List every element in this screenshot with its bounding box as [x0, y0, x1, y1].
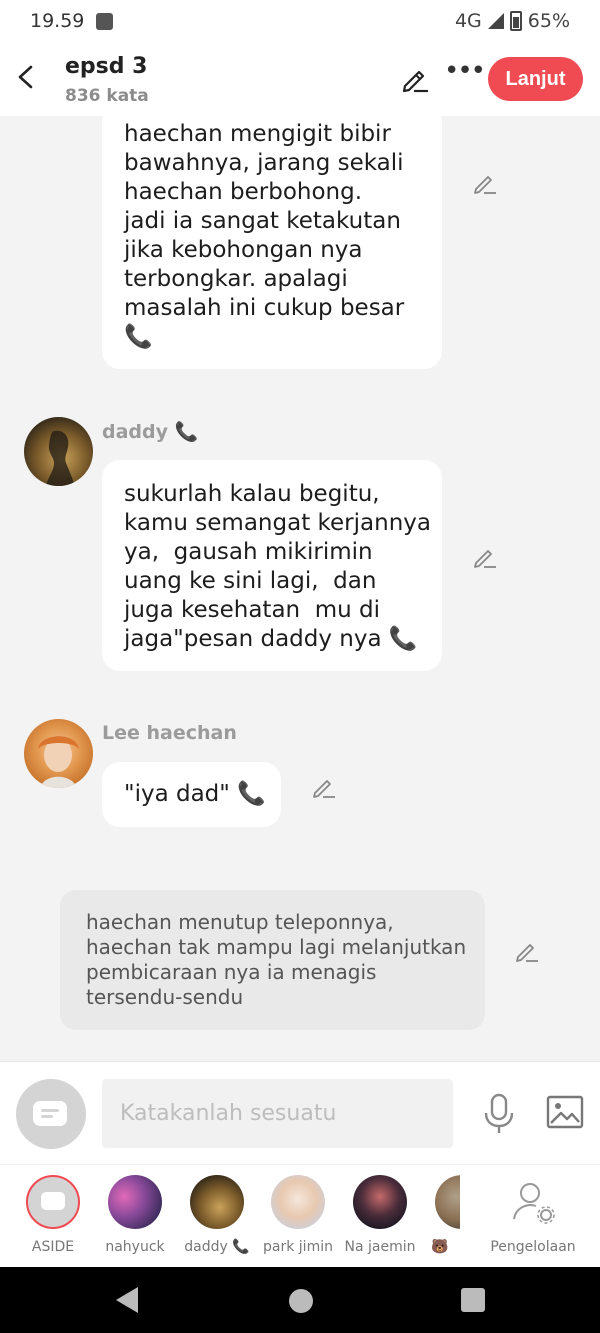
message-bubble[interactable]: sukurlah kalau begitu, kamu semangat ker… — [102, 460, 442, 671]
manage-avatar — [506, 1175, 560, 1229]
daddy-avatar — [190, 1175, 244, 1229]
message-line: kamu semangat kerjannya — [124, 510, 431, 536]
episode-title[interactable]: epsd 3 — [65, 54, 147, 79]
message-line: terbongkar. apalagi — [124, 266, 348, 292]
sender-name-text: daddy — [102, 421, 169, 443]
message-line: uang ke sini lagi, dan — [124, 568, 377, 594]
character-label: 🐻 — [431, 1239, 449, 1255]
silhouette-icon — [46, 430, 74, 486]
narration-block[interactable]: haechan menutup teleponnya, haechan tak … — [60, 890, 485, 1030]
more-options-icon[interactable]: ••• — [444, 56, 486, 86]
message-input[interactable] — [102, 1079, 453, 1148]
network-label: 4G — [454, 10, 482, 32]
character-label: nahyuck — [105, 1239, 165, 1255]
edit-narration-icon[interactable] — [514, 938, 540, 964]
edit-message-icon[interactable] — [472, 170, 498, 196]
sender-name: daddy 📞 — [102, 420, 198, 443]
edit-pen-icon[interactable] — [400, 64, 430, 94]
message-line: masalah ini cukup besar — [124, 295, 405, 321]
message-line: jaga"pesan daddy nya 📞 — [124, 625, 420, 654]
aside-avatar — [26, 1175, 80, 1229]
park-jimin-avatar — [271, 1175, 325, 1229]
input-bar — [0, 1061, 600, 1164]
signal-icon — [487, 13, 504, 29]
character-na-jaemin[interactable]: Na jaemin — [340, 1175, 420, 1255]
character-nahyuck[interactable]: nahyuck — [95, 1175, 175, 1255]
status-bar: 19.59 4G 65% — [0, 0, 600, 44]
message-line: bawahnya, jarang sekali — [124, 150, 404, 176]
message-line: juga kesehatan mu di — [124, 597, 381, 623]
status-right: 4G 65% — [455, 10, 570, 32]
character-label: Pengelolaan — [490, 1239, 576, 1255]
edit-message-icon[interactable] — [311, 774, 337, 800]
narration-line: haechan menutup teleponnya, — [86, 910, 394, 934]
phone-icon: 📞 — [237, 781, 266, 807]
battery-level: 65% — [527, 10, 570, 32]
next-button[interactable]: Lanjut — [488, 57, 583, 101]
character-park-jimin[interactable]: park jimin — [258, 1175, 338, 1255]
status-time: 19.59 — [30, 10, 85, 32]
character-label: park jimin — [263, 1239, 333, 1255]
haechan-avatar[interactable] — [24, 719, 93, 788]
aside-toggle-button[interactable] — [16, 1079, 86, 1149]
daddy-avatar[interactable] — [24, 417, 93, 486]
battery-icon — [509, 11, 522, 31]
character-label: ASIDE — [31, 1239, 75, 1255]
character-bear[interactable]: 🐻 — [420, 1175, 460, 1255]
back-arrow-icon[interactable] — [14, 60, 38, 94]
bear-avatar — [435, 1175, 460, 1229]
phone-icon: 📞 — [124, 324, 153, 350]
narration-line: haechan tak mampu lagi melanjutkan — [86, 935, 467, 959]
message-text: "iya dad" — [124, 781, 230, 807]
system-navigation-bar — [0, 1267, 600, 1333]
nav-recents-icon[interactable] — [461, 1288, 485, 1312]
user-settings-icon — [513, 1183, 555, 1224]
character-aside[interactable]: ASIDE — [13, 1175, 93, 1255]
character-label: Na jaemin — [344, 1239, 416, 1255]
sender-name: Lee haechan — [102, 722, 237, 744]
nav-back-icon[interactable] — [116, 1287, 138, 1313]
narration-line: pembicaraan nya ia menagis — [86, 960, 377, 984]
manage-characters[interactable]: Pengelolaan — [487, 1175, 579, 1255]
microphone-icon[interactable] — [480, 1092, 518, 1136]
image-icon[interactable] — [545, 1092, 585, 1132]
word-count: 836 kata — [65, 86, 149, 106]
message-line: jika kebohongan nya — [124, 237, 363, 263]
phone-icon: 📞 — [388, 626, 418, 652]
narration-line: tersendu-sendu — [86, 985, 244, 1009]
chat-area: haechan mengigit bibir bawahnya, jarang … — [0, 116, 600, 1061]
phone-icon: 📞 — [174, 421, 199, 443]
notification-icon — [96, 13, 113, 30]
message-line: haechan mengigit bibir — [124, 121, 391, 147]
message-text: jaga"pesan daddy nya — [124, 626, 382, 652]
na-jaemin-avatar — [353, 1175, 407, 1229]
message-bubble[interactable]: "iya dad" 📞 — [102, 762, 281, 827]
narration-icon — [41, 1192, 65, 1210]
edit-message-icon[interactable] — [472, 544, 498, 570]
message-line: jadi ia sangat ketakutan — [124, 208, 401, 234]
message-line: haechan berbohong. — [124, 179, 363, 205]
message-bubble[interactable]: haechan mengigit bibir bawahnya, jarang … — [102, 116, 442, 369]
nav-home-icon[interactable] — [289, 1289, 313, 1313]
story-header: epsd 3 836 kata ••• Lanjut — [0, 44, 600, 116]
message-line: ya, gausah mikirimin — [124, 539, 373, 565]
character-label: daddy 📞 — [184, 1239, 250, 1255]
narration-icon — [33, 1101, 67, 1126]
character-bar: ASIDE nahyuck daddy 📞 park jimin Na jaem… — [0, 1164, 600, 1267]
character-daddy[interactable]: daddy 📞 — [177, 1175, 257, 1255]
message-line: "iya dad" 📞 — [124, 780, 266, 809]
portrait-icon — [38, 736, 79, 788]
nahyuck-avatar — [108, 1175, 162, 1229]
message-line: sukurlah kalau begitu, — [124, 481, 380, 507]
